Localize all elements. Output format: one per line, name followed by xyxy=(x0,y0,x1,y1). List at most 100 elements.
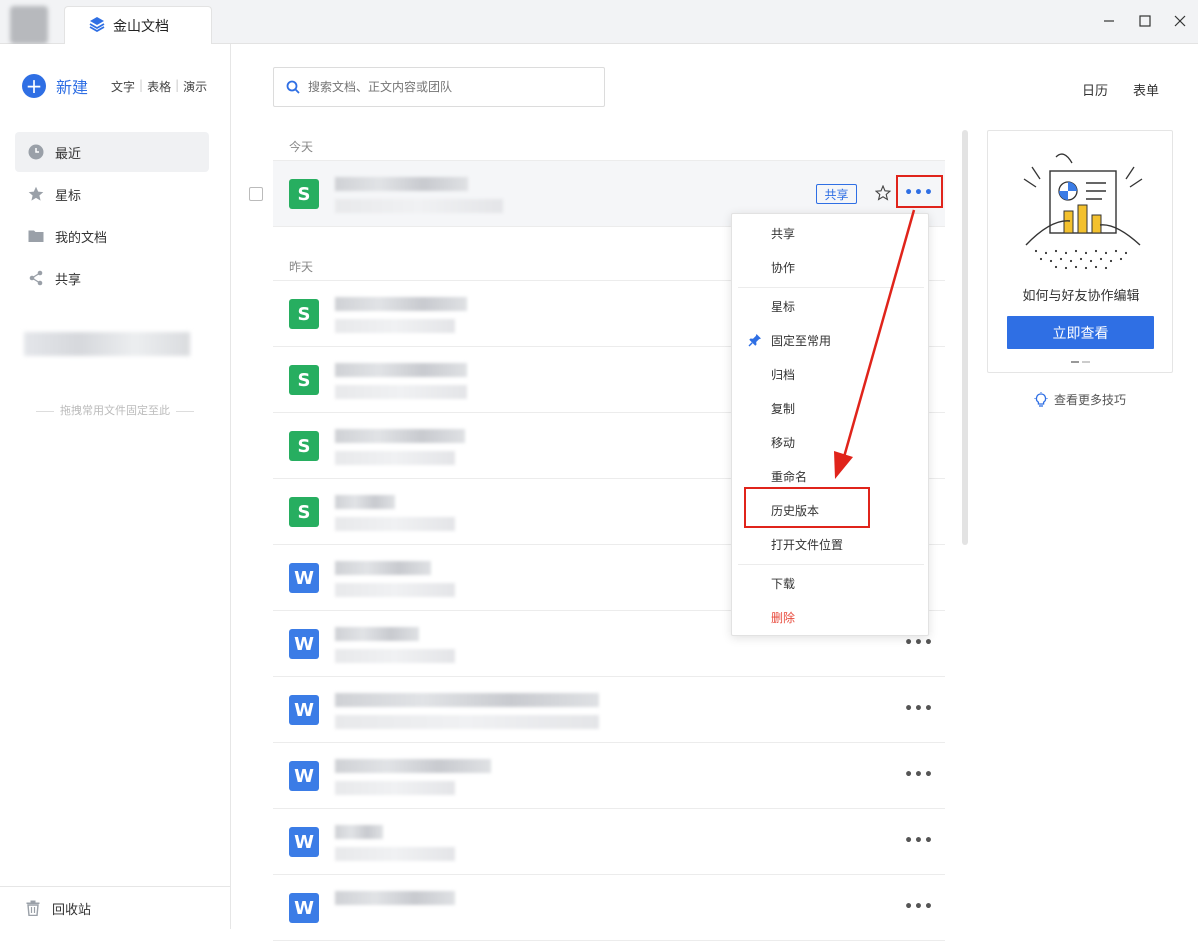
quick-create: 文字 | 表格 | 演示 xyxy=(111,78,207,95)
divider: | xyxy=(175,78,180,92)
avatar[interactable] xyxy=(10,6,48,44)
file-meta-blurred xyxy=(335,199,503,213)
tab-title: 金山文档 xyxy=(113,18,169,35)
share-badge[interactable]: 共享 xyxy=(816,184,857,204)
new-button[interactable]: + 新建 xyxy=(22,74,88,98)
file-meta-blurred xyxy=(335,583,455,597)
promo-title: 如何与好友协作编辑 xyxy=(1022,289,1140,304)
menu-item-open-location[interactable]: 打开文件位置 xyxy=(732,529,930,559)
highlight-history-item xyxy=(744,487,870,528)
file-meta-blurred xyxy=(335,385,467,399)
minimize-icon[interactable] xyxy=(1098,10,1120,32)
file-name-blurred xyxy=(335,627,419,641)
search-input[interactable] xyxy=(308,80,588,94)
clock-icon xyxy=(27,143,45,161)
group-label-today: 今天 xyxy=(289,140,314,154)
file-meta-blurred xyxy=(335,649,455,663)
sheet-file-icon: S xyxy=(289,365,319,395)
sheet-file-icon: S xyxy=(289,179,319,209)
search-box[interactable] xyxy=(273,67,605,107)
file-name-blurred xyxy=(335,363,467,377)
more-options-icon[interactable]: ••• xyxy=(904,895,933,919)
menu-divider xyxy=(738,564,924,565)
title-bar: 金山文档 xyxy=(0,0,1198,44)
word-file-icon: W xyxy=(289,563,319,593)
search-icon xyxy=(286,80,300,94)
calendar-link[interactable]: 日历 xyxy=(1082,80,1108,99)
carousel-dots[interactable] xyxy=(1071,361,1090,363)
form-link[interactable]: 表单 xyxy=(1133,80,1159,99)
plus-icon: + xyxy=(22,74,46,98)
star-icon xyxy=(27,185,45,203)
file-meta-blurred xyxy=(335,451,455,465)
tab-kdocs[interactable]: 金山文档 xyxy=(64,6,212,44)
share-icon xyxy=(27,269,45,287)
menu-item-download[interactable]: 下载 xyxy=(732,568,930,598)
file-name-blurred xyxy=(335,297,467,311)
file-meta-blurred xyxy=(335,781,455,795)
table-row[interactable]: W ••• xyxy=(273,743,945,809)
more-options-icon[interactable]: ••• xyxy=(904,697,933,721)
file-name-blurred xyxy=(335,561,431,575)
star-icon[interactable] xyxy=(873,183,893,203)
sidebar-item-label: 共享 xyxy=(55,272,82,288)
word-file-icon: W xyxy=(289,761,319,791)
sidebar-item-label: 我的文档 xyxy=(55,230,108,246)
maximize-icon[interactable] xyxy=(1134,10,1156,32)
table-row[interactable]: W ••• xyxy=(273,677,945,743)
view-now-button[interactable]: 立即查看 xyxy=(1007,316,1154,349)
promo-card: 如何与好友协作编辑 立即查看 xyxy=(987,130,1173,373)
sidebar-item-label: 星标 xyxy=(55,188,82,204)
more-options-icon[interactable]: ••• xyxy=(904,763,933,787)
trash-button[interactable]: 回收站 xyxy=(0,886,231,929)
collaboration-illustration-icon xyxy=(1023,153,1143,270)
sidebar-item-shared[interactable]: 共享 xyxy=(15,258,209,298)
word-file-icon: W xyxy=(289,629,319,659)
annotation-arrow-icon xyxy=(834,209,916,479)
divider: | xyxy=(139,78,144,92)
file-name-blurred xyxy=(335,429,465,443)
folder-icon xyxy=(27,227,45,245)
file-name-blurred xyxy=(335,177,468,191)
scrollbar[interactable] xyxy=(962,130,968,545)
sidebar-item-starred[interactable]: 星标 xyxy=(15,174,209,214)
file-name-blurred xyxy=(335,759,491,773)
menu-item-delete[interactable]: 删除 xyxy=(732,602,930,632)
sheet-file-icon: S xyxy=(289,497,319,527)
file-meta-blurred xyxy=(335,319,455,333)
sheet-file-icon: S xyxy=(289,431,319,461)
file-name-blurred xyxy=(335,495,395,509)
lightbulb-icon xyxy=(1033,391,1049,408)
pin-hint: 拖拽常用文件固定至此 xyxy=(30,402,200,418)
trash-label: 回收站 xyxy=(52,902,92,918)
table-row[interactable]: W ••• xyxy=(273,875,945,941)
sidebar-item-recent[interactable]: 最近 xyxy=(15,132,209,172)
word-file-icon: W xyxy=(289,827,319,857)
pin-icon xyxy=(748,333,762,350)
file-name-blurred xyxy=(335,891,455,905)
more-tips-label: 查看更多技巧 xyxy=(1054,393,1127,407)
quick-slides-link[interactable]: 演示 xyxy=(183,78,207,95)
file-meta-blurred xyxy=(335,517,455,531)
sidebar-item-my-docs[interactable]: 我的文档 xyxy=(15,216,209,256)
group-label-yesterday: 昨天 xyxy=(289,260,314,274)
kdocs-logo-icon xyxy=(89,16,105,36)
new-label: 新建 xyxy=(56,78,89,97)
close-icon[interactable] xyxy=(1169,10,1191,32)
sidebar-item-label: 最近 xyxy=(55,146,82,162)
sidebar: + 新建 文字 | 表格 | 演示 最近 星标 我的文档 共享 拖拽常用文件固定… xyxy=(0,44,231,929)
more-tips-link[interactable]: 查看更多技巧 xyxy=(1033,391,1126,408)
row-checkbox[interactable] xyxy=(249,187,263,201)
word-file-icon: W xyxy=(289,695,319,725)
table-row[interactable]: W ••• xyxy=(273,809,945,875)
quick-doc-link[interactable]: 文字 xyxy=(111,78,135,95)
sheet-file-icon: S xyxy=(289,299,319,329)
quick-sheet-link[interactable]: 表格 xyxy=(147,78,171,95)
more-options-icon[interactable]: ••• xyxy=(904,829,933,853)
trash-icon xyxy=(26,900,40,916)
file-meta-blurred xyxy=(335,715,599,729)
file-name-blurred xyxy=(335,825,383,839)
file-name-blurred xyxy=(335,693,599,707)
highlight-more-button xyxy=(896,175,943,208)
pinned-file-blurred[interactable] xyxy=(24,332,190,356)
